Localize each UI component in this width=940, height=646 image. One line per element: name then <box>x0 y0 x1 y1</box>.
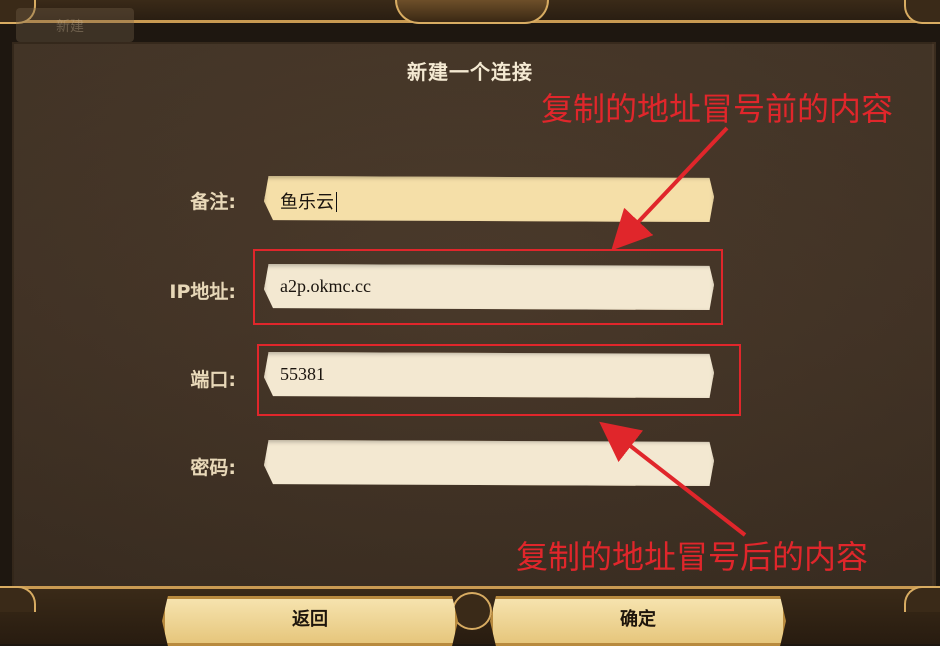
arrow-to-ip-field <box>611 126 729 251</box>
confirm-button[interactable]: 确定 <box>490 596 786 646</box>
arrow-to-port-field <box>599 421 747 537</box>
button-divider-ornament <box>452 592 492 630</box>
annotation-port-note: 复制的地址冒号后的内容 <box>516 538 869 576</box>
annotation-ip-note: 复制的地址冒号前的内容 <box>541 90 894 128</box>
frame-corner-ornament <box>904 586 940 612</box>
back-button[interactable]: 返回 <box>162 596 458 646</box>
